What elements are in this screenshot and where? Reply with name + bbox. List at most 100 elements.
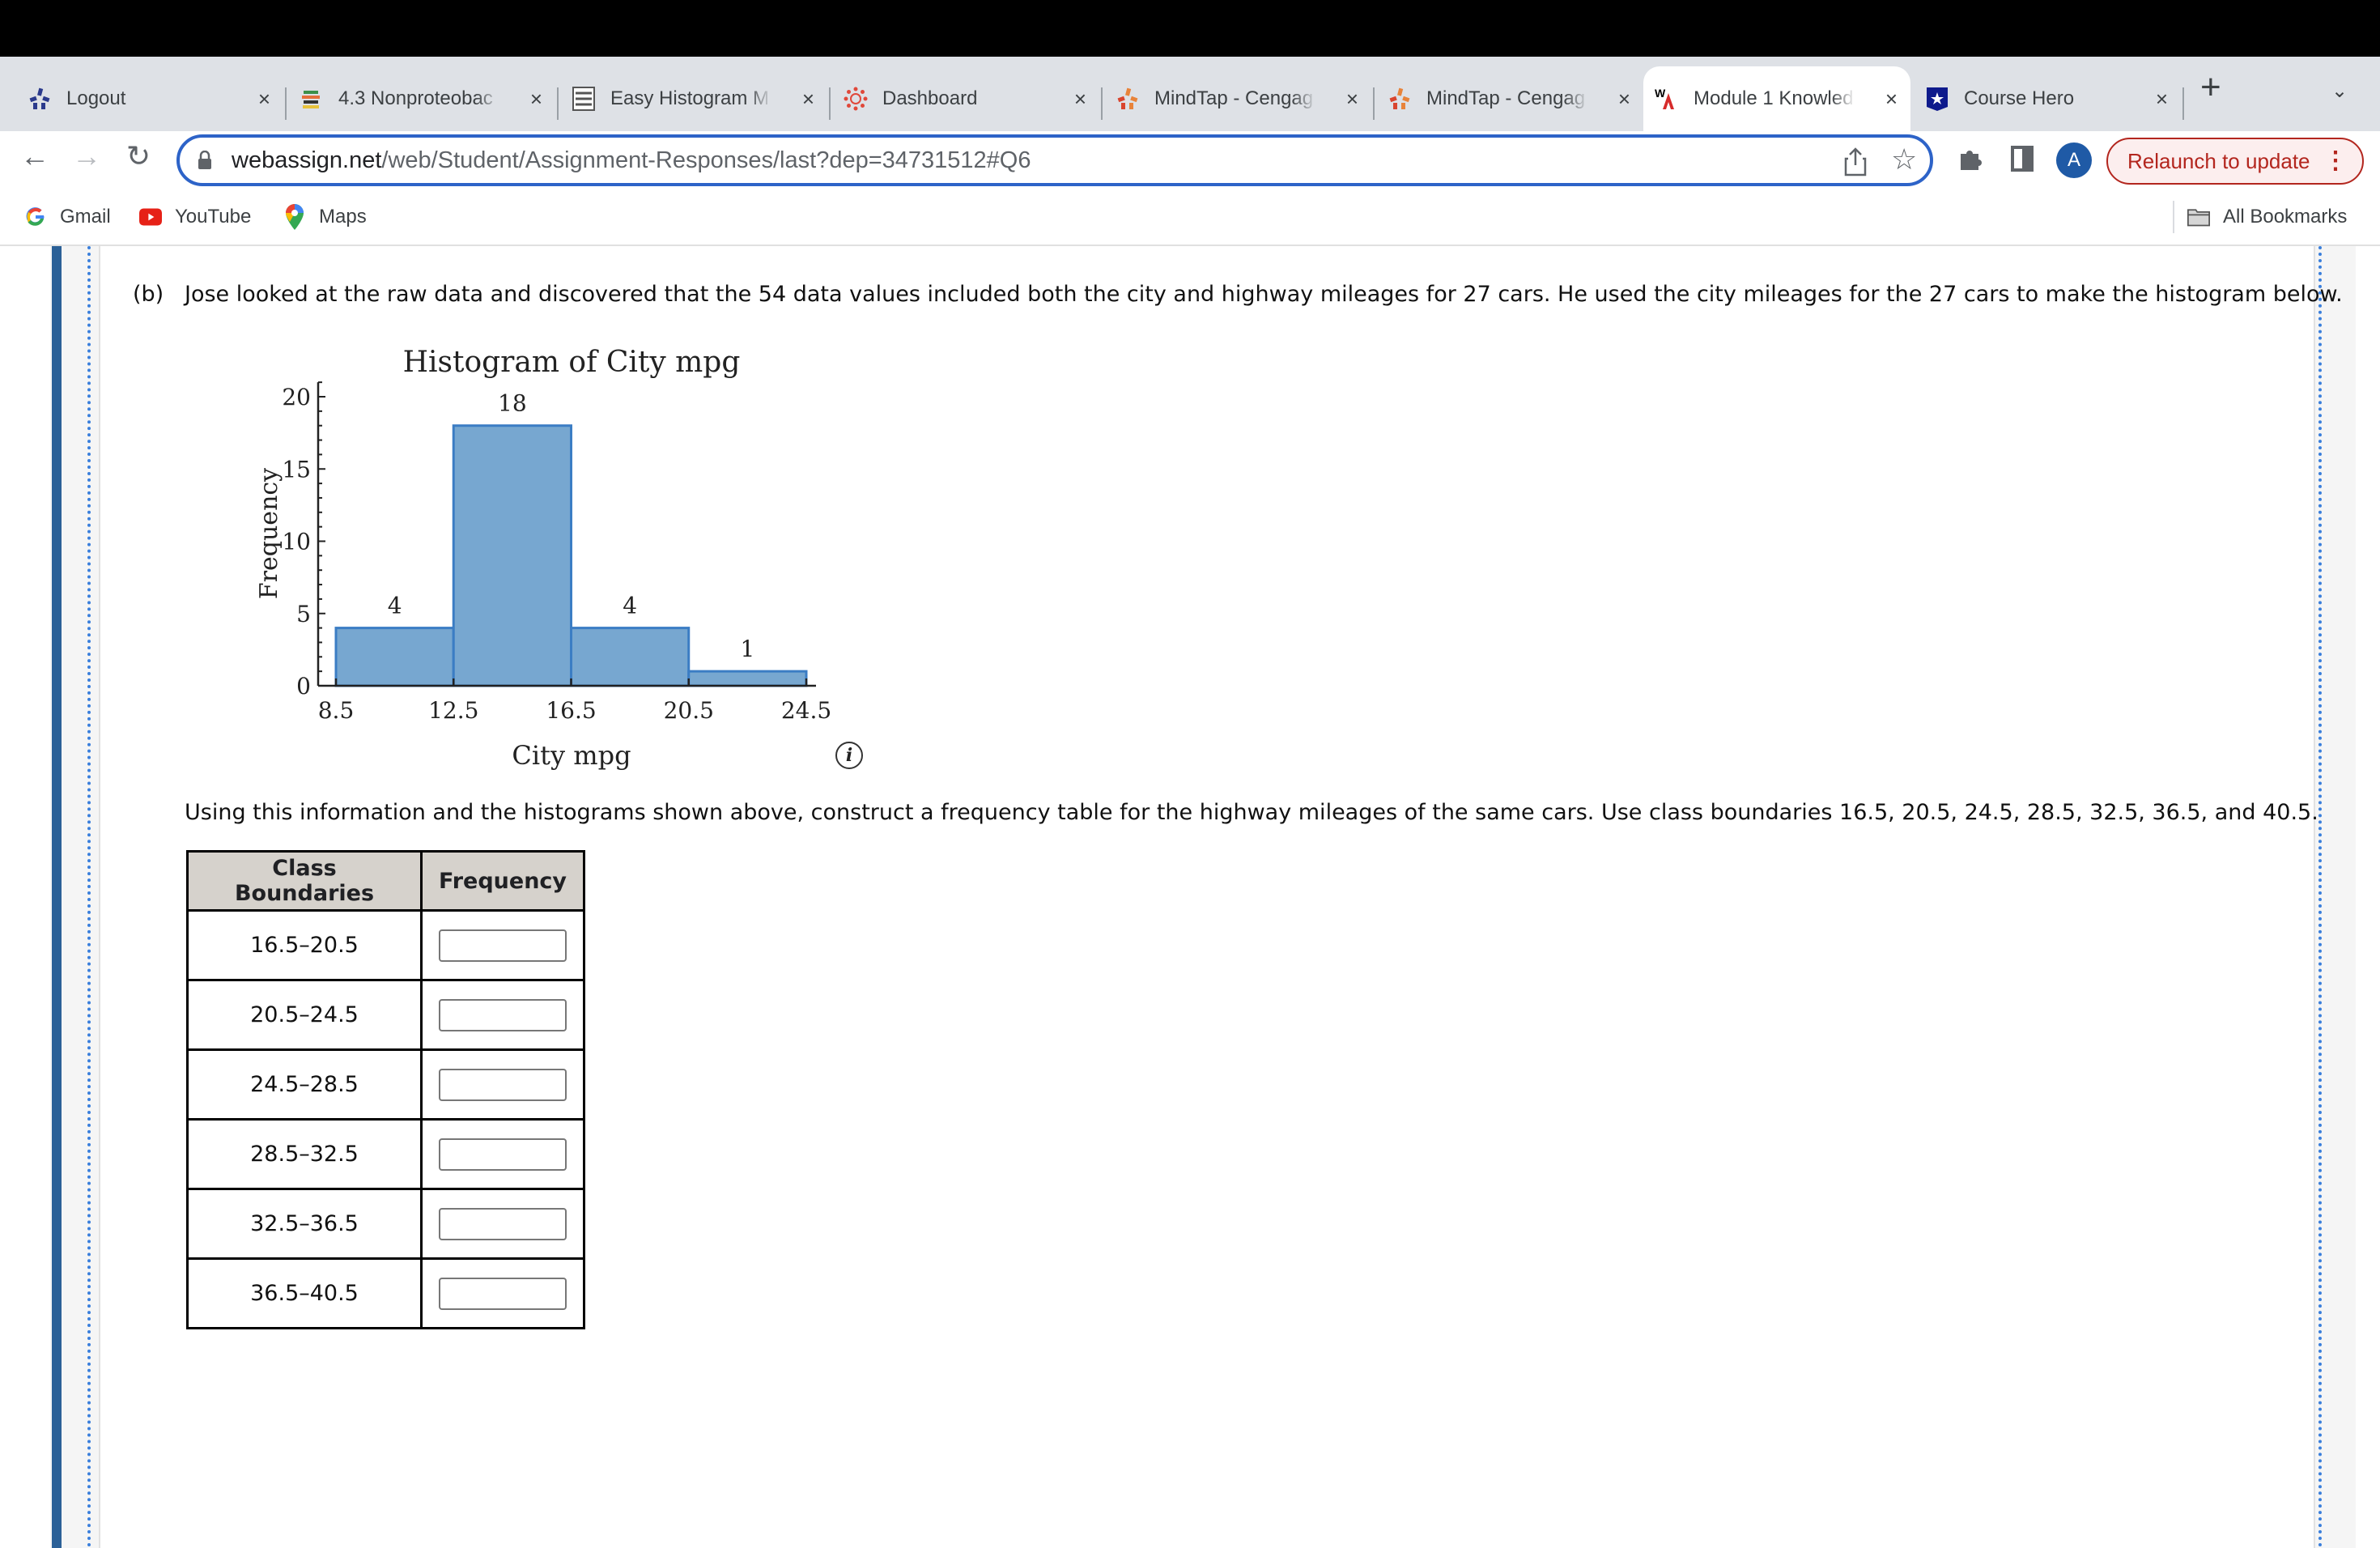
new-tab-button[interactable]: +: [2200, 70, 2221, 105]
bar-data-label: 4: [388, 593, 402, 619]
screen-top-bar: [0, 0, 2380, 57]
tab-nonproteobac[interactable]: 4.3 Nonproteobac ×: [288, 66, 555, 131]
url-text[interactable]: webassign.net/web/Student/Assignment-Res…: [232, 147, 1031, 174]
frequency-cell: [419, 1048, 586, 1121]
tab-label: Logout: [66, 87, 126, 109]
url-host: webassign.net: [232, 147, 382, 173]
frequency-input[interactable]: [439, 1138, 567, 1171]
x-tick-label: 8.5: [318, 697, 355, 724]
y-tick-label: 15: [282, 456, 311, 483]
frequency-cell: [419, 909, 586, 981]
histogram-bar: [687, 670, 808, 687]
close-icon[interactable]: ×: [802, 87, 814, 112]
tab-label: Course Hero: [1964, 87, 2075, 109]
x-tick-label: 20.5: [664, 697, 714, 724]
frequency-input[interactable]: [439, 1277, 567, 1310]
close-icon[interactable]: ×: [1618, 87, 1630, 112]
close-icon[interactable]: ×: [1346, 87, 1358, 112]
close-icon[interactable]: ×: [1074, 87, 1086, 112]
frequency-input[interactable]: [439, 998, 567, 1031]
x-tick-label: 16.5: [546, 697, 596, 724]
mindtap-blue-icon: [28, 87, 52, 111]
webassign-icon: W: [1655, 87, 1679, 111]
table-row: 24.5–28.5: [186, 1048, 586, 1121]
page-content: (b) Jose looked at the raw data and disc…: [0, 246, 2380, 1548]
close-icon[interactable]: ×: [1885, 87, 1898, 112]
close-icon[interactable]: ×: [530, 87, 542, 112]
y-axis-label: Frequency: [255, 468, 283, 599]
table-row: 20.5–24.5: [186, 979, 586, 1051]
close-icon[interactable]: ×: [2156, 87, 2168, 112]
forward-arrow-icon[interactable]: →: [66, 139, 107, 173]
tab-label: MindTap - Cengag: [1154, 87, 1314, 109]
bookmark-label: Gmail: [60, 206, 111, 228]
frequency-cell: [419, 1257, 586, 1329]
tab-separator: [2182, 87, 2184, 120]
url-path: /web/Student/Assignment-Responses/last?d…: [381, 147, 1031, 173]
relaunch-to-update-button[interactable]: Relaunch to update ⋮: [2106, 138, 2364, 185]
y-tick-label: 20: [282, 384, 311, 410]
tab-mindtap-1[interactable]: MindTap - Cengag ×: [1104, 66, 1371, 131]
tab-easy-histogram[interactable]: Easy Histogram M ×: [560, 66, 827, 131]
frequency-input[interactable]: [439, 1207, 567, 1240]
class-boundary-cell: 32.5–36.5: [186, 1188, 423, 1260]
google-icon: [24, 206, 47, 228]
bookmark-gmail[interactable]: Gmail: [24, 206, 111, 228]
tab-logout[interactable]: Logout ×: [16, 66, 283, 131]
table-row: 16.5–20.5: [186, 909, 586, 981]
share-icon[interactable]: [1844, 147, 1867, 176]
course-hero-icon: [1925, 87, 1949, 111]
histogram-bar: [334, 627, 455, 687]
class-boundary-cell: 20.5–24.5: [186, 979, 423, 1051]
table-header-row: Class Boundaries Frequency: [186, 850, 586, 912]
x-tick-label: 12.5: [428, 697, 478, 724]
browser-toolbar: ← → ↻ webassign.net/web/Student/Assignme…: [0, 131, 2380, 189]
table-row: 28.5–32.5: [186, 1118, 586, 1190]
all-bookmarks-button[interactable]: All Bookmarks: [2187, 206, 2347, 228]
extensions-puzzle-icon[interactable]: [1957, 146, 1983, 172]
reload-icon[interactable]: ↻: [118, 139, 159, 173]
frequency-cell: [419, 1118, 586, 1190]
social-science-statistics-icon: [572, 87, 596, 111]
tab-search-chevron-icon[interactable]: ⌄: [2331, 79, 2348, 103]
chart-title: Histogram of City mpg: [403, 346, 741, 379]
frequency-input[interactable]: [439, 1068, 567, 1101]
lock-icon[interactable]: [198, 151, 212, 170]
maps-icon: [283, 204, 306, 230]
address-bar[interactable]: webassign.net/web/Student/Assignment-Res…: [176, 134, 1933, 186]
tab-mindtap-2[interactable]: MindTap - Cengag ×: [1376, 66, 1643, 131]
bookmark-star-icon[interactable]: ☆: [1891, 142, 1917, 176]
info-icon[interactable]: i: [835, 742, 863, 769]
bookmark-youtube[interactable]: YouTube: [139, 206, 251, 228]
x-axis-label: City mpg: [512, 740, 631, 771]
bookmark-maps[interactable]: Maps: [283, 204, 367, 230]
mindtap-orange-icon: [1388, 87, 1412, 111]
class-boundary-cell: 16.5–20.5: [186, 909, 423, 981]
table-row: 32.5–36.5: [186, 1188, 586, 1260]
table-row: 36.5–40.5: [186, 1257, 586, 1329]
tab-dashboard[interactable]: Dashboard ×: [832, 66, 1099, 131]
tab-label: Module 1 Knowled: [1694, 87, 1854, 109]
bar-data-label: 18: [498, 390, 527, 417]
bookmark-label: YouTube: [175, 206, 252, 228]
bookmarks-bar: Gmail YouTube Maps All Bookmarks: [0, 189, 2380, 246]
bookmark-label: Maps: [319, 206, 367, 228]
side-panel-icon[interactable]: [2011, 146, 2034, 172]
back-arrow-icon[interactable]: ←: [15, 139, 55, 173]
frequency-input[interactable]: [439, 929, 567, 962]
svg-text:W: W: [1655, 87, 1666, 100]
folder-icon: [2187, 206, 2210, 228]
more-menu-icon[interactable]: ⋮: [2323, 139, 2348, 183]
tab-label: MindTap - Cengag: [1426, 87, 1586, 109]
histogram-bar: [452, 424, 572, 687]
question-part-label: (b): [133, 282, 164, 307]
y-tick-label: 10: [282, 529, 311, 555]
right-dotted-border: [2318, 246, 2322, 1548]
bookmark-label: All Bookmarks: [2223, 206, 2348, 228]
tab-module-1-knowledge[interactable]: W Module 1 Knowled ×: [1643, 66, 1910, 131]
tab-label: Easy Histogram M: [610, 87, 770, 109]
profile-avatar[interactable]: A: [2056, 142, 2092, 178]
close-icon[interactable]: ×: [258, 87, 270, 112]
bar-data-label: 4: [623, 593, 637, 619]
tab-course-hero[interactable]: Course Hero ×: [1914, 66, 2181, 131]
